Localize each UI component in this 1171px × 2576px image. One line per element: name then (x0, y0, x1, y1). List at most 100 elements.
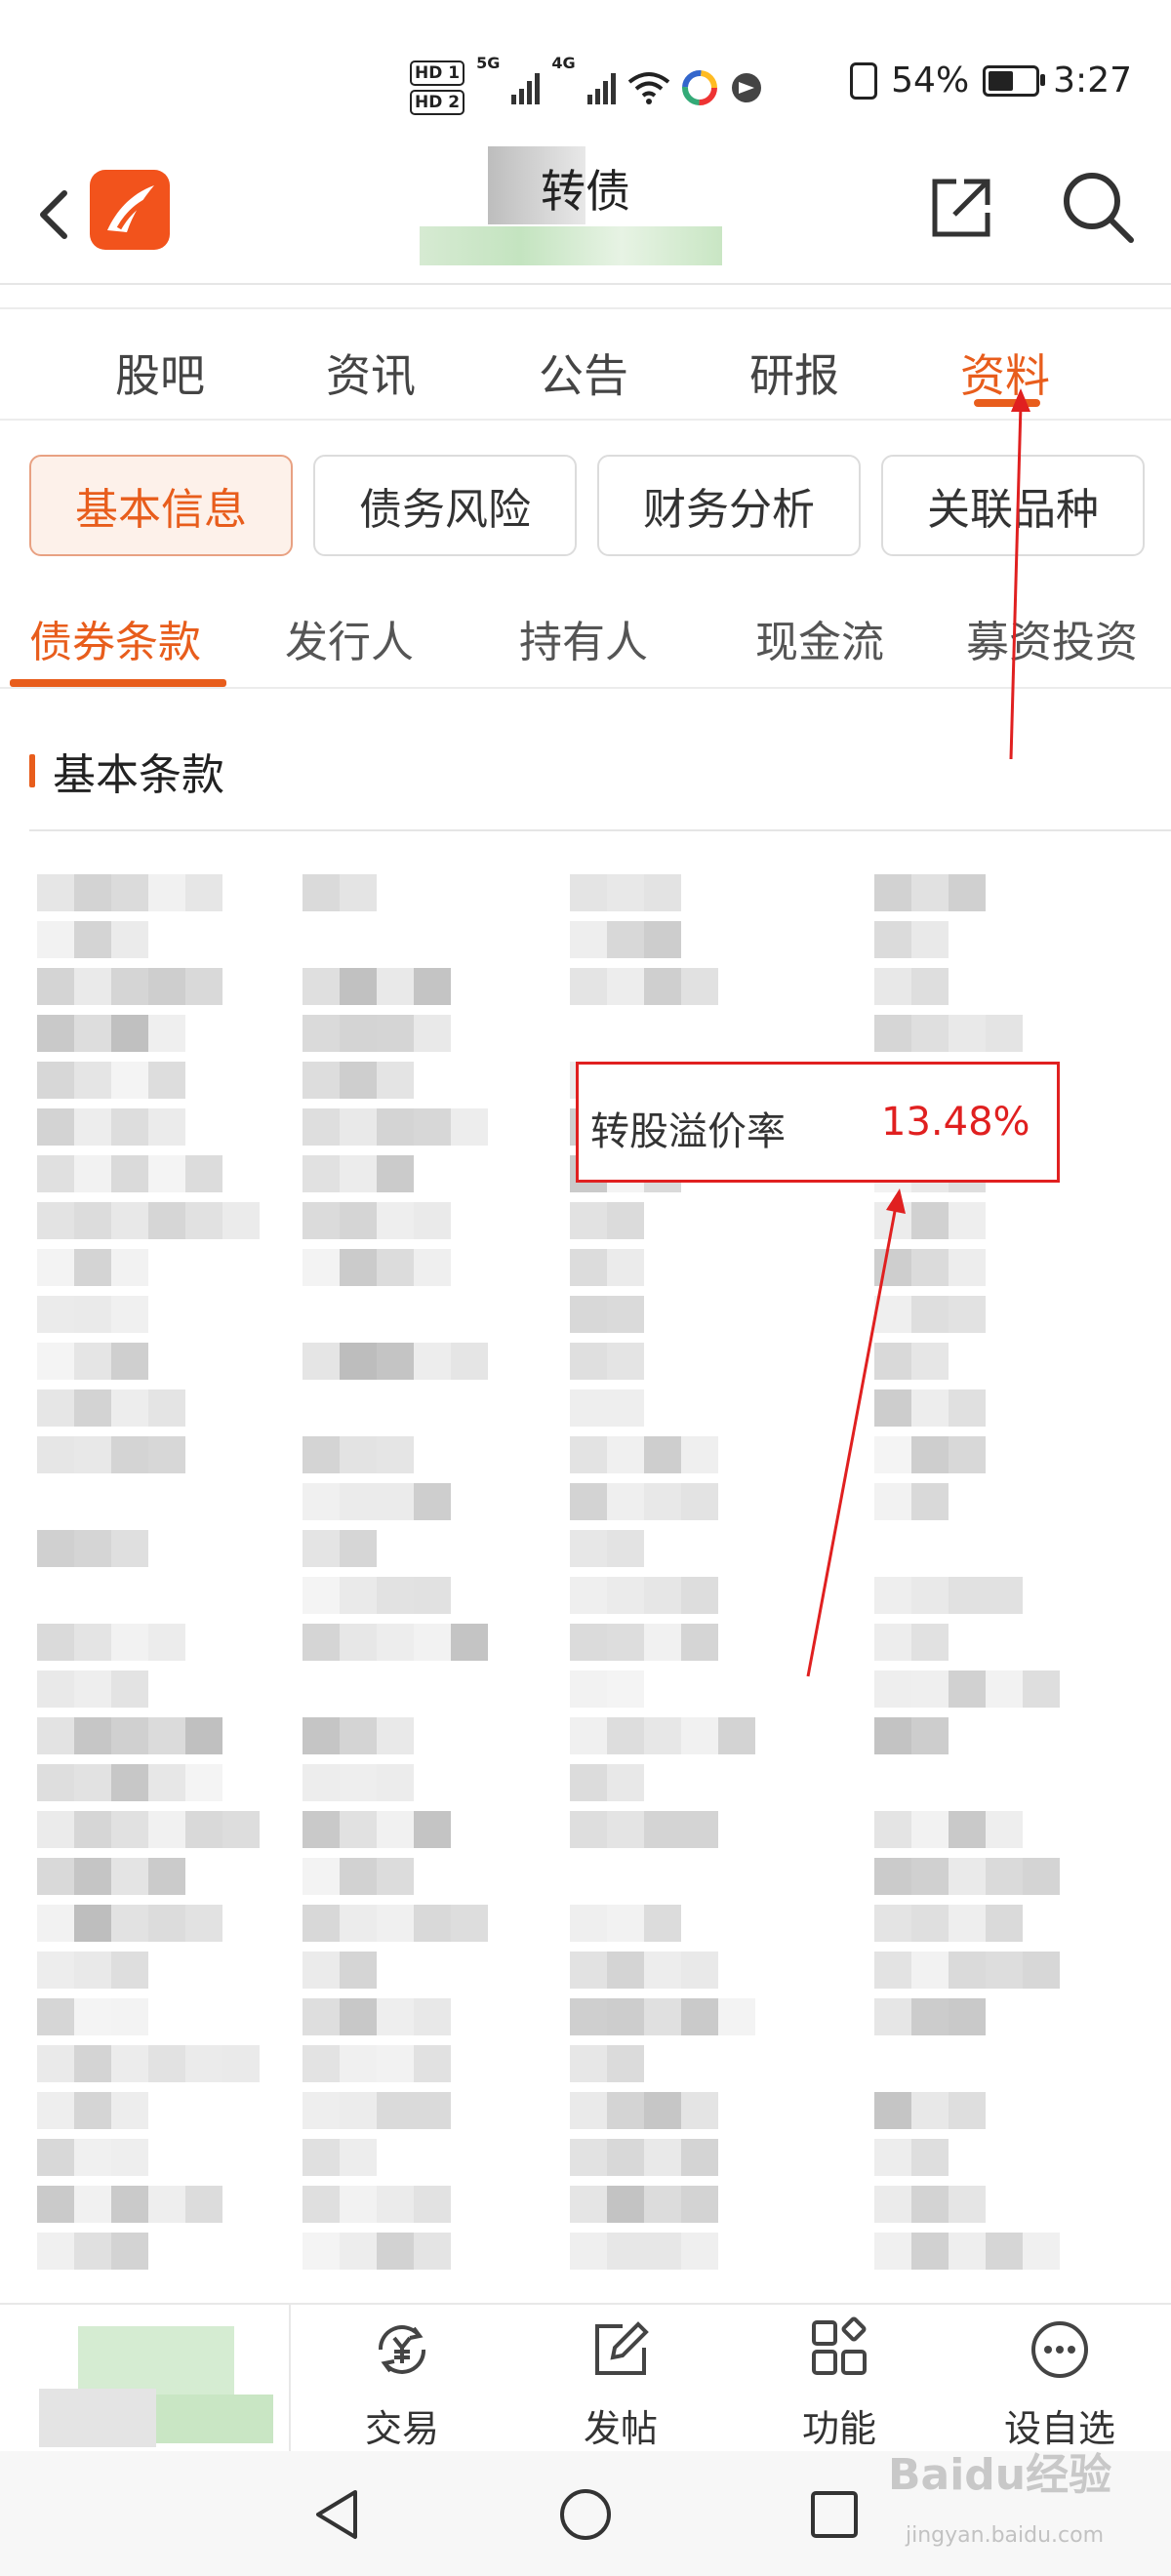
mosaic-cell (874, 1811, 911, 1848)
chip-financial-analysis[interactable]: 财务分析 (597, 455, 861, 556)
chip-debt-risk[interactable]: 债务风险 (313, 455, 577, 556)
tab-profile[interactable]: 资料 (960, 341, 1050, 405)
mosaic-cell (607, 1998, 644, 2035)
mosaic-cell (340, 1436, 377, 1473)
mosaic-cell (340, 1952, 377, 1989)
mosaic-cell (37, 1530, 74, 1567)
watermark: Baidu经验 (888, 2450, 1112, 2500)
mosaic-cell (303, 1764, 340, 1801)
chip-basic-info[interactable]: 基本信息 (29, 455, 293, 556)
mosaic-cell (340, 1764, 377, 1801)
mosaic-cell (74, 1108, 111, 1146)
mosaic-cell (303, 1202, 340, 1239)
toolbar-post-button[interactable]: 发帖 (523, 2305, 718, 2453)
tab-guba[interactable]: 股吧 (115, 341, 205, 405)
mosaic-cell (303, 1062, 340, 1099)
mosaic-cell (986, 1905, 1023, 1942)
conversion-premium-value: 13.48% (881, 1100, 1030, 1145)
mosaic-cell (303, 1577, 340, 1614)
status-right: 54% 3:27 (850, 60, 1132, 101)
subtab-cash-flow[interactable]: 现金流 (755, 607, 884, 669)
mosaic-cell (874, 1483, 911, 1520)
mosaic-cell (607, 874, 644, 911)
mosaic-cell (644, 1905, 681, 1942)
mosaic-cell (37, 1670, 74, 1708)
mosaic-cell (37, 1296, 74, 1333)
active-subtab-indicator (10, 679, 226, 687)
mosaic-cell (949, 1015, 986, 1052)
mosaic-cell (874, 1015, 911, 1052)
toolbar-add-watchlist-button[interactable]: 设自选 (962, 2305, 1157, 2453)
mosaic-cell (911, 1905, 949, 1942)
home-circle-icon[interactable] (551, 2480, 620, 2549)
mosaic-cell (986, 1015, 1023, 1052)
mosaic-cell (986, 1670, 1023, 1708)
mosaic-cell (111, 1343, 148, 1380)
toolbar-functions-button[interactable]: 功能 (742, 2305, 937, 2453)
subtab-fund-use[interactable]: 募资投资 (966, 607, 1138, 669)
mosaic-cell (185, 1717, 222, 1754)
mosaic-cell (570, 1249, 607, 1286)
mosaic-cell (644, 1624, 681, 1661)
mosaic-cell (111, 1717, 148, 1754)
mosaic-cell (986, 1577, 1023, 1614)
mosaic-cell (74, 1015, 111, 1052)
mosaic-cell (303, 1015, 340, 1052)
mosaic-cell (148, 1764, 185, 1801)
toolbar-trade-button[interactable]: 交易 (304, 2305, 500, 2453)
back-triangle-icon[interactable] (304, 2480, 373, 2549)
mosaic-cell (74, 1202, 111, 1239)
mosaic-cell (570, 874, 607, 911)
mosaic-cell (377, 2045, 414, 2082)
mosaic-cell (644, 1577, 681, 1614)
mosaic-cell (681, 1577, 718, 1614)
mosaic-cell (340, 1343, 377, 1380)
mosaic-cell (949, 1952, 986, 1989)
mosaic-cell (644, 1483, 681, 1520)
tab-announcements[interactable]: 公告 (539, 341, 628, 405)
mosaic-cell (37, 968, 74, 1005)
hd-badge-2: HD 2 (410, 90, 465, 115)
search-icon[interactable] (1059, 168, 1137, 246)
mosaic-cell (37, 1905, 74, 1942)
mosaic-cell (949, 2233, 986, 2270)
mosaic-cell (111, 1389, 148, 1427)
tab-news[interactable]: 资讯 (326, 341, 416, 405)
mosaic-cell (414, 1249, 451, 1286)
mosaic-cell (681, 1717, 718, 1754)
mosaic-cell (377, 1483, 414, 1520)
mosaic-cell (377, 2233, 414, 2270)
mosaic-cell (148, 2045, 185, 2082)
subtab-issuer[interactable]: 发行人 (285, 607, 414, 669)
mosaic-cell (911, 874, 949, 911)
mosaic-cell (340, 2139, 377, 2176)
mosaic-cell (111, 1249, 148, 1286)
mosaic-cell (37, 1717, 74, 1754)
mosaic-cell (718, 1998, 755, 2035)
recents-square-icon[interactable] (800, 2480, 868, 2549)
mosaic-cell (148, 1811, 185, 1848)
mosaic-cell (607, 2139, 644, 2176)
mosaic-cell (377, 1249, 414, 1286)
share-icon[interactable] (927, 174, 995, 242)
mosaic-cell (185, 2186, 222, 2223)
mosaic-cell (303, 1998, 340, 2035)
mosaic-cell (949, 1811, 986, 1848)
subtab-bond-terms[interactable]: 债券条款 (29, 607, 201, 669)
signal-4g-icon (586, 71, 616, 104)
tab-research[interactable]: 研报 (749, 341, 839, 405)
mosaic-cell (74, 921, 111, 958)
mosaic-cell (148, 874, 185, 911)
mosaic-cell (644, 921, 681, 958)
mosaic-cell (949, 1202, 986, 1239)
obscured-quote-ticker[interactable] (0, 2305, 291, 2453)
mosaic-cell (874, 1296, 911, 1333)
mosaic-cell (74, 1389, 111, 1427)
mosaic-cell (111, 874, 148, 911)
subtab-holders[interactable]: 持有人 (519, 607, 648, 669)
mosaic-cell (340, 2186, 377, 2223)
mosaic-cell (570, 1952, 607, 1989)
mosaic-cell (874, 2233, 911, 2270)
chip-related-products[interactable]: 关联品种 (881, 455, 1145, 556)
mosaic-cell (681, 1811, 718, 1848)
